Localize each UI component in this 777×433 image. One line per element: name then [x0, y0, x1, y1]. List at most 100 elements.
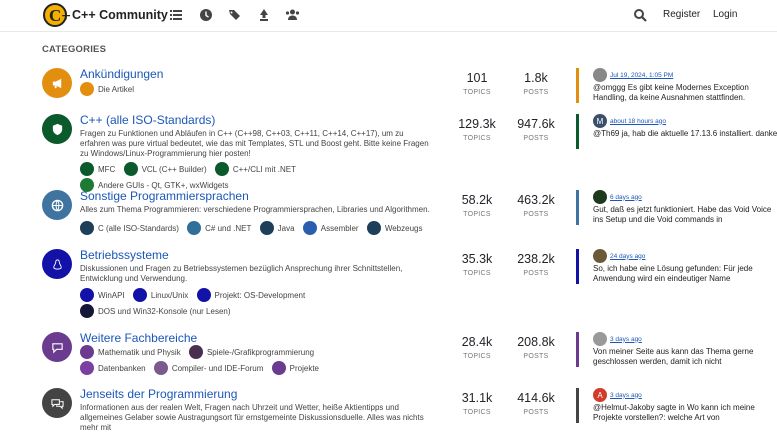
- category-description: Fragen zu Funktionen und Abläufen in C++…: [80, 129, 429, 158]
- category-title[interactable]: Betriebssysteme: [80, 248, 169, 262]
- subcategory-item[interactable]: MFC: [80, 162, 115, 176]
- topics-stat: 31.1k TOPICS: [461, 391, 493, 416]
- subcategory-item[interactable]: Projekt: OS-Development: [196, 288, 305, 302]
- subcategory-item[interactable]: Datenbanken: [80, 361, 146, 375]
- avatar[interactable]: M: [593, 114, 607, 128]
- posts-stat: 414.6k POSTS: [517, 391, 555, 416]
- bullhorn-icon[interactable]: [42, 68, 72, 98]
- subcategory-item[interactable]: DOS und Win32-Konsole (nur Lesen): [80, 304, 231, 318]
- post-timestamp[interactable]: Jul 19, 2024, 1:05 PM: [610, 72, 673, 79]
- topics-stat: 58.2k TOPICS: [461, 193, 493, 218]
- category-title[interactable]: Jenseits der Programmierung: [80, 387, 237, 401]
- subcategory-item[interactable]: C# und .NET: [187, 221, 251, 235]
- post-timestamp[interactable]: 6 days ago: [610, 194, 642, 201]
- logo-text: C+: [49, 6, 71, 25]
- subcategory-icon: [187, 221, 202, 235]
- subcategory-item[interactable]: Compiler- und IDE-Forum: [153, 361, 263, 375]
- login-link[interactable]: Login: [713, 9, 737, 20]
- comment-icon[interactable]: [42, 332, 72, 362]
- subcategory-icon: [80, 288, 94, 302]
- subcategory-item[interactable]: Java: [259, 221, 295, 235]
- latest-post-teaser[interactable]: 3 days ago Von meiner Seite aus kann das…: [576, 332, 777, 367]
- subcategory-icon: [80, 304, 94, 318]
- subcategory-item[interactable]: C (alle ISO-Standards): [80, 221, 179, 235]
- subcategory-item[interactable]: Mathematik und Physik: [80, 345, 181, 359]
- topics-stat: 28.4k TOPICS: [461, 335, 493, 360]
- latest-post-teaser[interactable]: Mabout 18 hours ago @Th69 ja, hab die ak…: [576, 114, 777, 149]
- search-icon[interactable]: [633, 8, 647, 22]
- top-navbar: C+ C++ Community Register Login: [0, 0, 777, 32]
- shield-icon[interactable]: [42, 114, 72, 144]
- globe-icon[interactable]: [42, 190, 72, 220]
- category-title[interactable]: C++ (alle ISO-Standards): [80, 113, 215, 127]
- latest-post-teaser[interactable]: 24 days ago So, ich habe eine Lösung gef…: [576, 249, 777, 284]
- post-excerpt: @Helmut-Jakoby sagte in Wo kann ich mein…: [593, 403, 755, 422]
- subcategory-list: C (alle ISO-Standards) C# und .NET Java …: [80, 221, 445, 237]
- subcategory-item[interactable]: Spiele-/Grafikprogrammierung: [188, 345, 314, 359]
- register-link[interactable]: Register: [663, 9, 700, 20]
- linux-icon[interactable]: [42, 249, 72, 279]
- latest-post-teaser[interactable]: 6 days ago Gut, daß es jetzt funktionier…: [576, 190, 777, 225]
- avatar[interactable]: [593, 190, 607, 204]
- post-timestamp[interactable]: 3 days ago: [610, 336, 642, 343]
- post-excerpt: @omggg Es gibt keine Modernes Exception …: [593, 83, 749, 102]
- logo-icon[interactable]: C+: [43, 2, 71, 28]
- subcategory-list: WinAPI Linux/Unix Projekt: OS-Developmen…: [80, 288, 320, 320]
- subcategory-icon: [80, 361, 94, 375]
- brand-title[interactable]: C++ Community: [72, 8, 168, 22]
- subcategory-icon: [188, 345, 203, 359]
- subcategory-icon: [80, 221, 94, 235]
- subcategory-icon: [123, 162, 138, 176]
- subcategory-item[interactable]: VCL (C++ Builder): [123, 162, 207, 176]
- subcategory-list: Die Artikel: [80, 82, 445, 98]
- category-description: Diskussionen und Fragen zu Betriebssyste…: [80, 264, 403, 283]
- subcategory-item[interactable]: Die Artikel: [80, 82, 134, 96]
- avatar[interactable]: [593, 249, 607, 263]
- categories-heading: CATEGORIES: [42, 44, 107, 55]
- category-title[interactable]: Sonstige Programmiersprachen: [80, 189, 249, 203]
- avatar[interactable]: [593, 332, 607, 346]
- subcategory-list: Mathematik und Physik Spiele-/Grafikprog…: [80, 345, 390, 377]
- subcategory-icon: [132, 288, 147, 302]
- subcategory-icon: [259, 221, 274, 235]
- posts-stat: 463.2k POSTS: [517, 193, 555, 218]
- comments-icon[interactable]: [42, 388, 72, 418]
- post-excerpt: Von meiner Seite aus kann das Thema gern…: [593, 347, 754, 366]
- posts-stat: 238.2k POSTS: [517, 252, 555, 277]
- popular-icon[interactable]: [257, 8, 271, 22]
- topics-stat: 129.3k TOPICS: [458, 117, 496, 142]
- topics-stat: 35.3k TOPICS: [461, 252, 493, 277]
- subcategory-icon: [302, 221, 317, 235]
- post-excerpt: @Th69 ja, hab die aktuelle 17.13.6 insta…: [593, 129, 777, 138]
- post-timestamp[interactable]: 24 days ago: [610, 253, 645, 260]
- post-timestamp[interactable]: about 18 hours ago: [610, 118, 666, 125]
- post-excerpt: Gut, daß es jetzt funktioniert. Habe das…: [593, 205, 772, 224]
- category-description: Informationen aus der realen Welt, Frage…: [80, 403, 424, 432]
- list-icon[interactable]: [169, 8, 183, 22]
- clock-icon[interactable]: [199, 8, 213, 22]
- subcategory-icon: [80, 82, 94, 96]
- subcategory-icon: [80, 162, 94, 176]
- users-icon[interactable]: [285, 8, 300, 22]
- avatar[interactable]: A: [593, 388, 607, 402]
- posts-stat: 208.8k POSTS: [517, 335, 555, 360]
- subcategory-item[interactable]: Projekte: [271, 361, 319, 375]
- subcategory-item[interactable]: Assembler: [302, 221, 359, 235]
- subcategory-item[interactable]: WinAPI: [80, 288, 125, 302]
- latest-post-teaser[interactable]: A3 days ago @Helmut-Jakoby sagte in Wo k…: [576, 388, 777, 423]
- latest-post-teaser[interactable]: Jul 19, 2024, 1:05 PM @omggg Es gibt kei…: [576, 68, 777, 103]
- post-timestamp[interactable]: 3 days ago: [610, 392, 642, 399]
- subcategory-icon: [196, 288, 211, 302]
- tags-icon[interactable]: [228, 8, 242, 22]
- subcategory-icon: [214, 162, 229, 176]
- subcategory-icon: [271, 361, 286, 375]
- subcategory-icon: [153, 361, 168, 375]
- posts-stat: 947.6k POSTS: [517, 117, 555, 142]
- subcategory-item[interactable]: C++/CLI mit .NET: [214, 162, 296, 176]
- subcategory-item[interactable]: Linux/Unix: [132, 288, 188, 302]
- category-title[interactable]: Ankündigungen: [80, 67, 163, 81]
- category-title[interactable]: Weitere Fachbereiche: [80, 331, 197, 345]
- subcategory-item[interactable]: Webzeugs: [366, 221, 422, 235]
- avatar[interactable]: [593, 68, 607, 82]
- posts-stat: 1.8k POSTS: [523, 71, 549, 96]
